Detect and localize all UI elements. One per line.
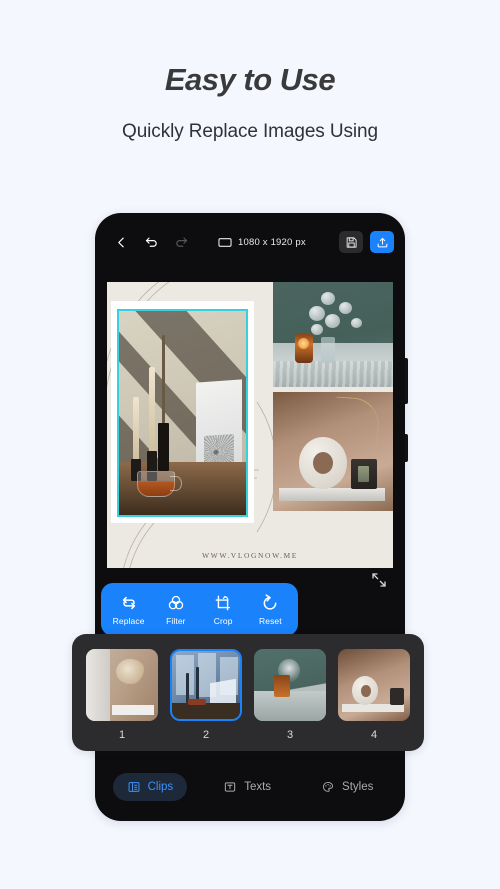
filter-label: Filter [166, 616, 186, 626]
top-bar-actions [339, 231, 394, 253]
export-upload-icon [377, 237, 387, 247]
promo-page: Easy to Use Quickly Replace Images Using [0, 0, 500, 889]
redo-button[interactable] [166, 227, 196, 257]
editor-top-bar: 1080 x 1920 px [95, 213, 405, 271]
clip-number-2: 2 [202, 729, 210, 741]
crop-button[interactable]: Crop [200, 593, 246, 626]
bottom-tab-bar: Clips Texts Styles [95, 764, 405, 810]
undo-button[interactable] [136, 227, 166, 257]
clip-thumbnail-2-image [170, 649, 242, 721]
back-button[interactable] [106, 227, 136, 257]
replace-button[interactable]: Replace [106, 593, 152, 626]
tab-clips-label: Clips [147, 781, 174, 793]
tab-styles[interactable]: Styles [307, 773, 387, 801]
page-subtitle: Quickly Replace Images Using [122, 121, 378, 142]
replace-label: Replace [112, 616, 145, 626]
replace-swap-icon [122, 596, 135, 610]
clip-number-4: 4 [370, 729, 378, 741]
clip-thumbnail-3-image [254, 649, 326, 721]
canvas-watermark: WWW.VLOGNOW.ME [201, 551, 298, 560]
clip-thumbnail-3[interactable]: 3 [254, 649, 326, 741]
text-box-icon [225, 782, 236, 792]
clip-number-3: 3 [286, 729, 294, 741]
canvas-size-icon [218, 237, 232, 247]
clip-thumbnail-1[interactable]: 1 [86, 649, 158, 741]
page-title: Easy to Use [164, 62, 336, 97]
export-button[interactable] [370, 231, 394, 253]
clip-thumbnail-4-image [338, 649, 410, 721]
palette-icon [323, 781, 334, 792]
tab-clips[interactable]: Clips [112, 773, 188, 801]
canvas-photo-2-selected[interactable] [111, 301, 254, 523]
crop-label: Crop [213, 616, 233, 626]
fullscreen-expand-icon[interactable] [371, 572, 387, 588]
tab-texts[interactable]: Texts [209, 773, 285, 801]
clip-thumbnail-row: 1 2 3 4 [86, 649, 410, 741]
redo-icon [175, 237, 187, 247]
canvas-size-label: 1080 x 1920 px [238, 236, 306, 248]
canvas-photo-3[interactable] [273, 282, 393, 387]
crop-rotate-icon [215, 595, 231, 611]
reset-button[interactable]: Reset [247, 593, 293, 626]
filter-button[interactable]: Filter [153, 593, 199, 626]
dried-stems [303, 290, 375, 348]
clip-number-1: 1 [118, 729, 126, 741]
clip-action-bar: Replace Filter Crop Reset [101, 583, 298, 636]
floppy-save-icon [346, 236, 357, 248]
clip-thumbnail-panel[interactable]: 1 2 3 4 [72, 634, 424, 751]
undo-icon [145, 237, 157, 247]
editor-canvas[interactable]: WWW.VLOGNOW.ME [107, 282, 393, 568]
clips-icon [128, 782, 140, 792]
tab-texts-label: Texts [244, 781, 272, 793]
filter-circles-icon [168, 595, 184, 610]
tab-styles-label: Styles [342, 781, 374, 793]
clip-thumbnail-4[interactable]: 4 [338, 649, 410, 741]
canvas-size-display[interactable]: 1080 x 1920 px [218, 237, 306, 248]
clip-thumbnail-1-image [86, 649, 158, 721]
canvas-photo-4[interactable] [273, 392, 393, 511]
save-button[interactable] [339, 231, 363, 253]
clip-thumbnail-2[interactable]: 2 [170, 649, 242, 741]
reset-label: Reset [259, 616, 282, 626]
selection-border [117, 309, 248, 517]
reset-undo-circle-icon [263, 594, 277, 610]
chevron-left-icon [117, 237, 124, 247]
